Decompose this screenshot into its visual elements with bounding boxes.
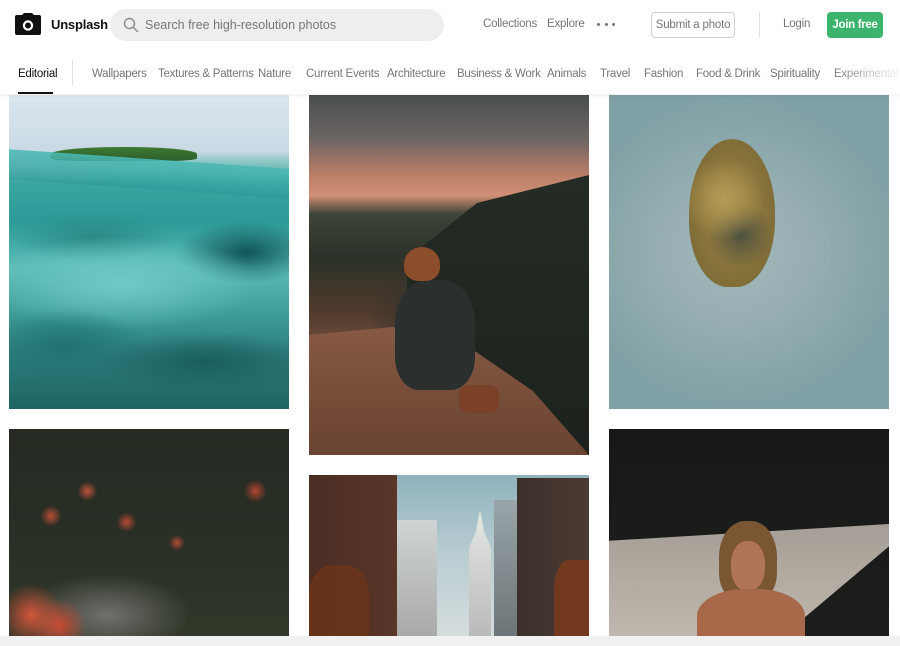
topic-experimental[interactable]: Experimental <box>834 68 898 80</box>
search-bar[interactable] <box>110 9 444 41</box>
photo-tree-island-shape <box>689 139 775 287</box>
search-icon[interactable] <box>123 17 139 33</box>
nav-collections[interactable]: Collections <box>483 18 537 30</box>
camera-icon[interactable] <box>15 13 41 35</box>
search-input[interactable] <box>145 9 435 41</box>
header-divider <box>759 12 760 38</box>
photo-card-person-sunset[interactable] <box>309 95 589 455</box>
top-header: Unsplash Collections Explore Submit a ph… <box>0 0 900 50</box>
photo-hat-shape <box>404 247 440 281</box>
photo-card-red-berries[interactable] <box>9 429 289 636</box>
topic-wallpapers[interactable]: Wallpapers <box>92 68 147 80</box>
topic-fashion[interactable]: Fashion <box>644 68 683 80</box>
photo-body-shape <box>697 589 805 636</box>
topics-divider <box>72 60 73 86</box>
photo-face-shape <box>731 541 765 591</box>
photo-card-aerial-island[interactable] <box>609 95 889 409</box>
photo-card-underwater-reef[interactable] <box>9 95 289 409</box>
photo-card-nyc-street[interactable] <box>309 475 589 636</box>
topic-animals[interactable]: Animals <box>547 68 586 80</box>
ellipsis-icon[interactable] <box>597 17 615 31</box>
join-free-button[interactable]: Join free <box>827 12 883 38</box>
topics-nav: Editorial Wallpapers Textures & Patterns… <box>0 50 900 94</box>
bottom-edge-bar <box>0 636 900 646</box>
topic-travel[interactable]: Travel <box>600 68 630 80</box>
photo-building-shape <box>397 520 437 636</box>
photo-card-portrait-shadow[interactable] <box>609 429 889 636</box>
topic-current-events[interactable]: Current Events <box>306 68 379 80</box>
topic-business-work[interactable]: Business & Work <box>457 68 541 80</box>
topic-food-drink[interactable]: Food & Drink <box>696 68 760 80</box>
photo-tree-shape <box>309 565 369 636</box>
topic-textures-patterns[interactable]: Textures & Patterns <box>158 68 254 80</box>
brand-name[interactable]: Unsplash <box>51 17 108 32</box>
topic-editorial[interactable]: Editorial <box>18 68 58 80</box>
submit-photo-button[interactable]: Submit a photo <box>651 12 735 38</box>
nav-explore[interactable]: Explore <box>547 18 585 30</box>
photo-tree-shape <box>554 560 589 636</box>
active-topic-indicator <box>18 92 53 94</box>
photo-person-shape <box>395 280 475 390</box>
login-link[interactable]: Login <box>783 18 810 30</box>
topic-spirituality[interactable]: Spirituality <box>770 68 820 80</box>
topic-architecture[interactable]: Architecture <box>387 68 446 80</box>
photo-boot-shape <box>459 385 499 413</box>
topic-nature[interactable]: Nature <box>258 68 291 80</box>
photo-chrysler-spire-shape <box>469 510 491 636</box>
